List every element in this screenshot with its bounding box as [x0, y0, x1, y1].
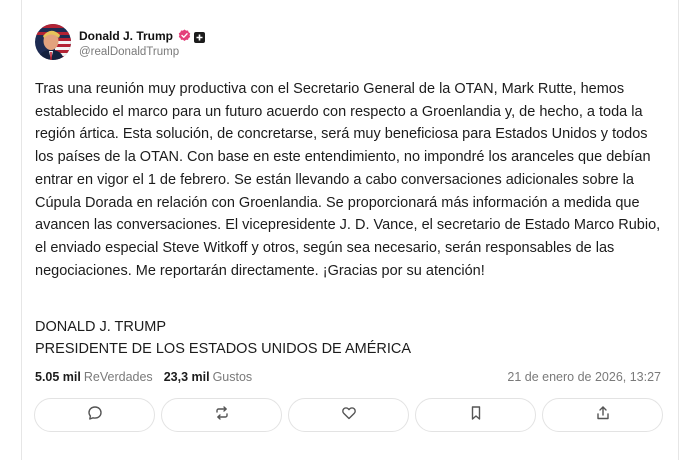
post-header: Donald J. Trump @realDonaldTrump	[35, 24, 206, 60]
post-paragraph: Tras una reunión muy productiva con el S…	[35, 81, 661, 279]
post-actions	[34, 398, 663, 432]
post-timestamp: 21 de enero de 2026, 13:27	[507, 370, 661, 384]
avatar[interactable]	[35, 24, 71, 60]
post-signature: DONALD J. TRUMP PRESIDENTE DE LOS ESTADO…	[35, 316, 411, 360]
likes-count[interactable]: 23,3 mil	[164, 370, 210, 384]
like-button[interactable]	[288, 398, 409, 432]
author-name[interactable]: Donald J. Trump	[79, 29, 173, 43]
likes-label[interactable]: Gustos	[213, 370, 253, 384]
bookmark-button[interactable]	[415, 398, 536, 432]
share-icon	[595, 405, 611, 426]
reposts-label[interactable]: ReVerdades	[84, 370, 153, 384]
post-body: Tras una reunión muy productiva con el S…	[35, 78, 663, 282]
comment-icon	[87, 405, 103, 426]
post-stats: 5.05 mil ReVerdades 23,3 mil Gustos 21 d…	[35, 369, 661, 385]
reposts-count[interactable]: 5.05 mil	[35, 370, 81, 384]
bookmark-icon	[468, 405, 484, 426]
reply-button[interactable]	[34, 398, 155, 432]
signature-title: PRESIDENTE DE LOS ESTADOS UNIDOS DE AMÉR…	[35, 341, 412, 357]
signature-name: DONALD J. TRUMP	[35, 319, 167, 335]
repost-button[interactable]	[161, 398, 282, 432]
heart-icon	[341, 405, 357, 426]
author-block: Donald J. Trump @realDonaldTrump	[79, 27, 206, 58]
share-button[interactable]	[542, 398, 663, 432]
repost-icon	[214, 405, 230, 426]
author-name-row: Donald J. Trump	[79, 27, 206, 45]
verified-badge-icon	[178, 29, 191, 42]
author-handle[interactable]: @realDonaldTrump	[79, 46, 205, 58]
plus-badge-icon	[194, 30, 206, 43]
